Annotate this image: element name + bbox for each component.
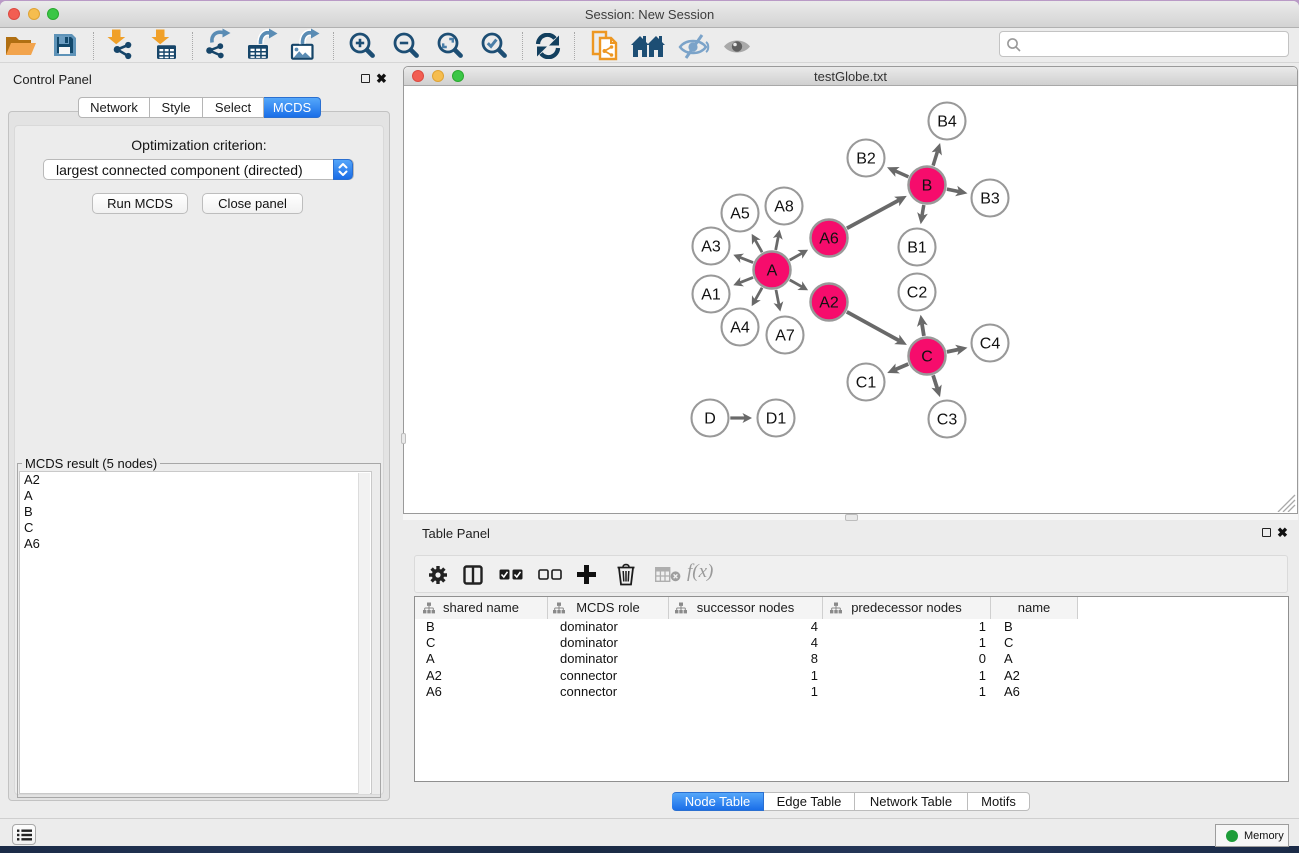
- svg-text:B3: B3: [980, 191, 1000, 208]
- svg-text:D: D: [704, 411, 716, 428]
- svg-text:A: A: [767, 263, 778, 280]
- svg-text:A4: A4: [730, 320, 750, 337]
- svg-text:C4: C4: [980, 336, 1001, 353]
- svg-text:A5: A5: [730, 206, 750, 223]
- svg-text:C3: C3: [937, 412, 958, 429]
- svg-text:B4: B4: [937, 114, 957, 131]
- svg-text:C1: C1: [856, 375, 877, 392]
- svg-text:C2: C2: [907, 285, 928, 302]
- svg-text:A3: A3: [701, 239, 721, 256]
- svg-text:B2: B2: [856, 151, 876, 168]
- svg-text:A8: A8: [774, 199, 794, 216]
- svg-text:A6: A6: [819, 231, 839, 248]
- svg-text:A7: A7: [775, 328, 795, 345]
- svg-text:B: B: [922, 178, 933, 195]
- svg-text:A1: A1: [701, 287, 721, 304]
- svg-text:D1: D1: [766, 411, 787, 428]
- svg-text:C: C: [921, 349, 933, 366]
- svg-text:A2: A2: [819, 295, 839, 312]
- svg-text:B1: B1: [907, 240, 927, 257]
